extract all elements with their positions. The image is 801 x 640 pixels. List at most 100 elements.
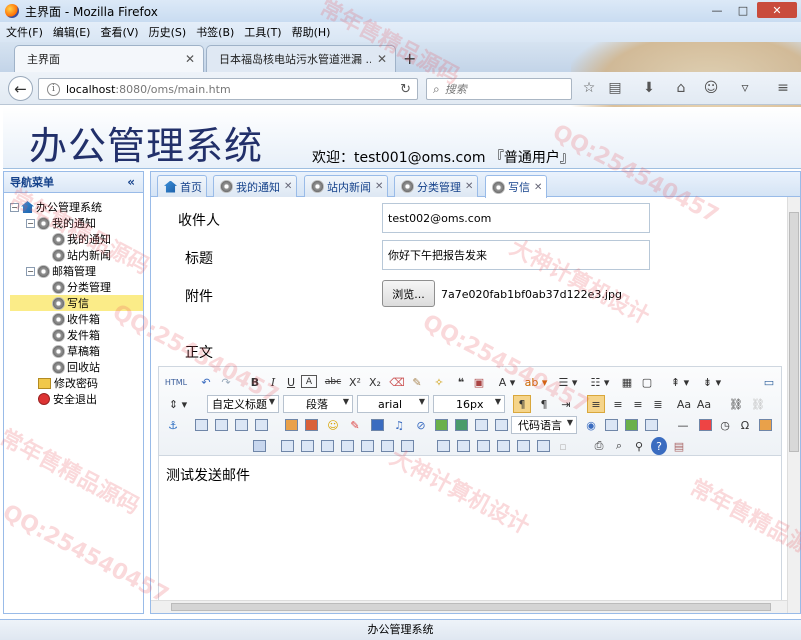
vertical-scrollbar[interactable] <box>787 197 800 613</box>
collapse-toggle-icon[interactable]: − <box>10 202 19 212</box>
attachment-icon[interactable]: ⊘ <box>413 416 429 434</box>
bookmark-star-icon[interactable]: ☆ <box>580 79 598 97</box>
insert-time-icon[interactable]: ◷ <box>717 416 733 434</box>
select-all-icon[interactable]: ▦ <box>619 373 635 391</box>
reload-icon[interactable]: ↻ <box>400 82 411 97</box>
undo-icon[interactable]: ↶ <box>197 373 215 391</box>
font-border-icon[interactable]: A <box>301 375 317 388</box>
maximize-button[interactable]: □ <box>731 2 755 18</box>
wordimage-icon[interactable] <box>757 416 773 434</box>
download-icon[interactable]: ⬇ <box>640 79 658 97</box>
image-left-icon[interactable] <box>213 416 229 434</box>
line-height-icon[interactable]: ⇕ ▾ <box>165 395 191 413</box>
merge-right-icon[interactable] <box>435 437 451 455</box>
close-tab-icon[interactable]: ✕ <box>375 181 383 192</box>
delete-col-icon[interactable] <box>379 437 395 455</box>
blockquote-icon[interactable]: ❝ <box>453 373 469 391</box>
background-icon[interactable] <box>643 416 659 434</box>
image-center-icon[interactable] <box>253 416 269 434</box>
browser-tab-main[interactable]: 主界面 ✕ <box>14 45 204 72</box>
insert-col-icon[interactable] <box>359 437 375 455</box>
search-input[interactable] <box>444 82 555 96</box>
redo-icon[interactable]: ↷ <box>217 373 235 391</box>
tree-node-my-notices[interactable]: 我的通知 <box>52 231 111 247</box>
font-family-select[interactable]: arial ▼ <box>357 395 429 413</box>
split-to-rows-icon[interactable] <box>495 437 511 455</box>
tree-node-site-news[interactable]: 站内新闻 <box>52 247 111 263</box>
merge-cells-icon[interactable] <box>399 437 415 455</box>
clear-doc-icon[interactable]: ▢ <box>639 373 655 391</box>
ltr-direction-icon[interactable]: ¶ <box>513 395 531 413</box>
menu-bookmarks[interactable]: 书签(B) <box>196 24 234 40</box>
close-tab-icon[interactable]: ✕ <box>185 52 195 66</box>
close-tab-icon[interactable]: ✕ <box>377 52 387 66</box>
menu-tools[interactable]: 工具(T) <box>244 24 281 40</box>
search-bar[interactable]: ⌕ <box>426 78 572 100</box>
site-info-icon[interactable]: i <box>47 82 60 96</box>
home-icon[interactable]: ⌂ <box>672 79 690 97</box>
collapse-sidebar-icon[interactable]: « <box>127 175 135 189</box>
strikethrough-icon[interactable]: abc <box>323 373 343 391</box>
heading-select[interactable]: 自定义标题 ▼ <box>207 395 279 413</box>
subject-input[interactable] <box>382 240 650 270</box>
font-size-select[interactable]: 16px ▼ <box>433 395 505 413</box>
delete-row-icon[interactable] <box>339 437 355 455</box>
pocket-icon[interactable]: ▿ <box>736 79 754 97</box>
collapse-toggle-icon[interactable]: − <box>26 218 35 228</box>
align-justify-icon[interactable]: ≣ <box>649 395 667 413</box>
insert-paragraph-before-table-icon[interactable] <box>299 437 315 455</box>
scrawl-icon[interactable]: ✎ <box>347 416 363 434</box>
tree-node-inbox[interactable]: 收件箱 <box>52 311 100 327</box>
unlink-icon[interactable]: ⛓ <box>749 395 767 413</box>
link-icon[interactable]: ⛓ <box>727 395 745 413</box>
new-tab-button[interactable]: + <box>403 49 416 68</box>
underline-icon[interactable]: U <box>283 373 299 391</box>
tab-category-management[interactable]: 分类管理 ✕ <box>394 175 479 197</box>
align-center-icon[interactable]: ≡ <box>609 395 627 413</box>
help-icon[interactable]: ? <box>651 437 667 455</box>
browser-tab-news[interactable]: 日本福岛核电站污水管道泄漏 ... ✕ <box>206 45 396 72</box>
close-tab-icon[interactable]: ✕ <box>465 181 473 192</box>
row-spacing-bottom-icon[interactable]: ⇟ ▾ <box>699 373 725 391</box>
close-window-button[interactable]: ✕ <box>757 2 797 18</box>
merge-down-icon[interactable] <box>455 437 471 455</box>
tree-node-logout[interactable]: 安全退出 <box>38 391 97 407</box>
print-icon[interactable]: ⎙ <box>591 437 607 455</box>
insert-row-icon[interactable] <box>319 437 335 455</box>
split-to-cells-icon[interactable] <box>475 437 491 455</box>
gmap-icon[interactable] <box>453 416 469 434</box>
close-tab-icon[interactable]: ✕ <box>534 182 542 193</box>
html-source-icon[interactable]: HTML <box>165 373 187 391</box>
tree-node-recycle-bin[interactable]: 回收站 <box>52 359 100 375</box>
tree-node-outbox[interactable]: 发件箱 <box>52 327 100 343</box>
browse-button[interactable]: 浏览... <box>382 280 435 307</box>
search-replace-icon[interactable]: ⚲ <box>631 437 647 455</box>
drafts-icon[interactable]: ▫ <box>555 437 571 455</box>
back-button[interactable]: ← <box>8 76 33 101</box>
uppercase-icon[interactable]: Aa <box>675 395 693 413</box>
horizontal-scrollbar-thumb[interactable] <box>171 603 771 611</box>
menu-file[interactable]: 文件(F) <box>6 24 43 40</box>
menu-history[interactable]: 历史(S) <box>149 24 187 40</box>
eraser-icon[interactable]: ⌫ <box>389 373 405 391</box>
insert-table-icon[interactable] <box>251 437 267 455</box>
tree-node-mailbox-group[interactable]: − 邮箱管理 <box>26 263 96 279</box>
menu-help[interactable]: 帮助(H) <box>292 24 331 40</box>
insert-date-icon[interactable] <box>697 416 713 434</box>
split-to-cols-icon[interactable] <box>515 437 531 455</box>
page-break-icon[interactable] <box>603 416 619 434</box>
subscript-icon[interactable]: X₂ <box>367 373 383 391</box>
tree-node-notices-group[interactable]: − 我的通知 <box>26 215 96 231</box>
ordered-list-icon[interactable]: ☰ ▾ <box>555 373 581 391</box>
collapse-toggle-icon[interactable]: − <box>26 266 35 276</box>
tab-site-news[interactable]: 站内新闻 ✕ <box>304 175 389 197</box>
image-right-icon[interactable] <box>233 416 249 434</box>
indent-icon[interactable]: ⇥ <box>557 395 575 413</box>
paste-plain-icon[interactable]: ▣ <box>471 373 487 391</box>
insert-video-icon[interactable] <box>369 416 385 434</box>
clipboard-icon[interactable]: ▤ <box>671 437 687 455</box>
minimize-button[interactable]: — <box>705 2 729 18</box>
tree-node-drafts[interactable]: 草稿箱 <box>52 343 100 359</box>
hamburger-menu-icon[interactable]: ≡ <box>774 79 792 97</box>
align-right-icon[interactable]: ≡ <box>629 395 647 413</box>
